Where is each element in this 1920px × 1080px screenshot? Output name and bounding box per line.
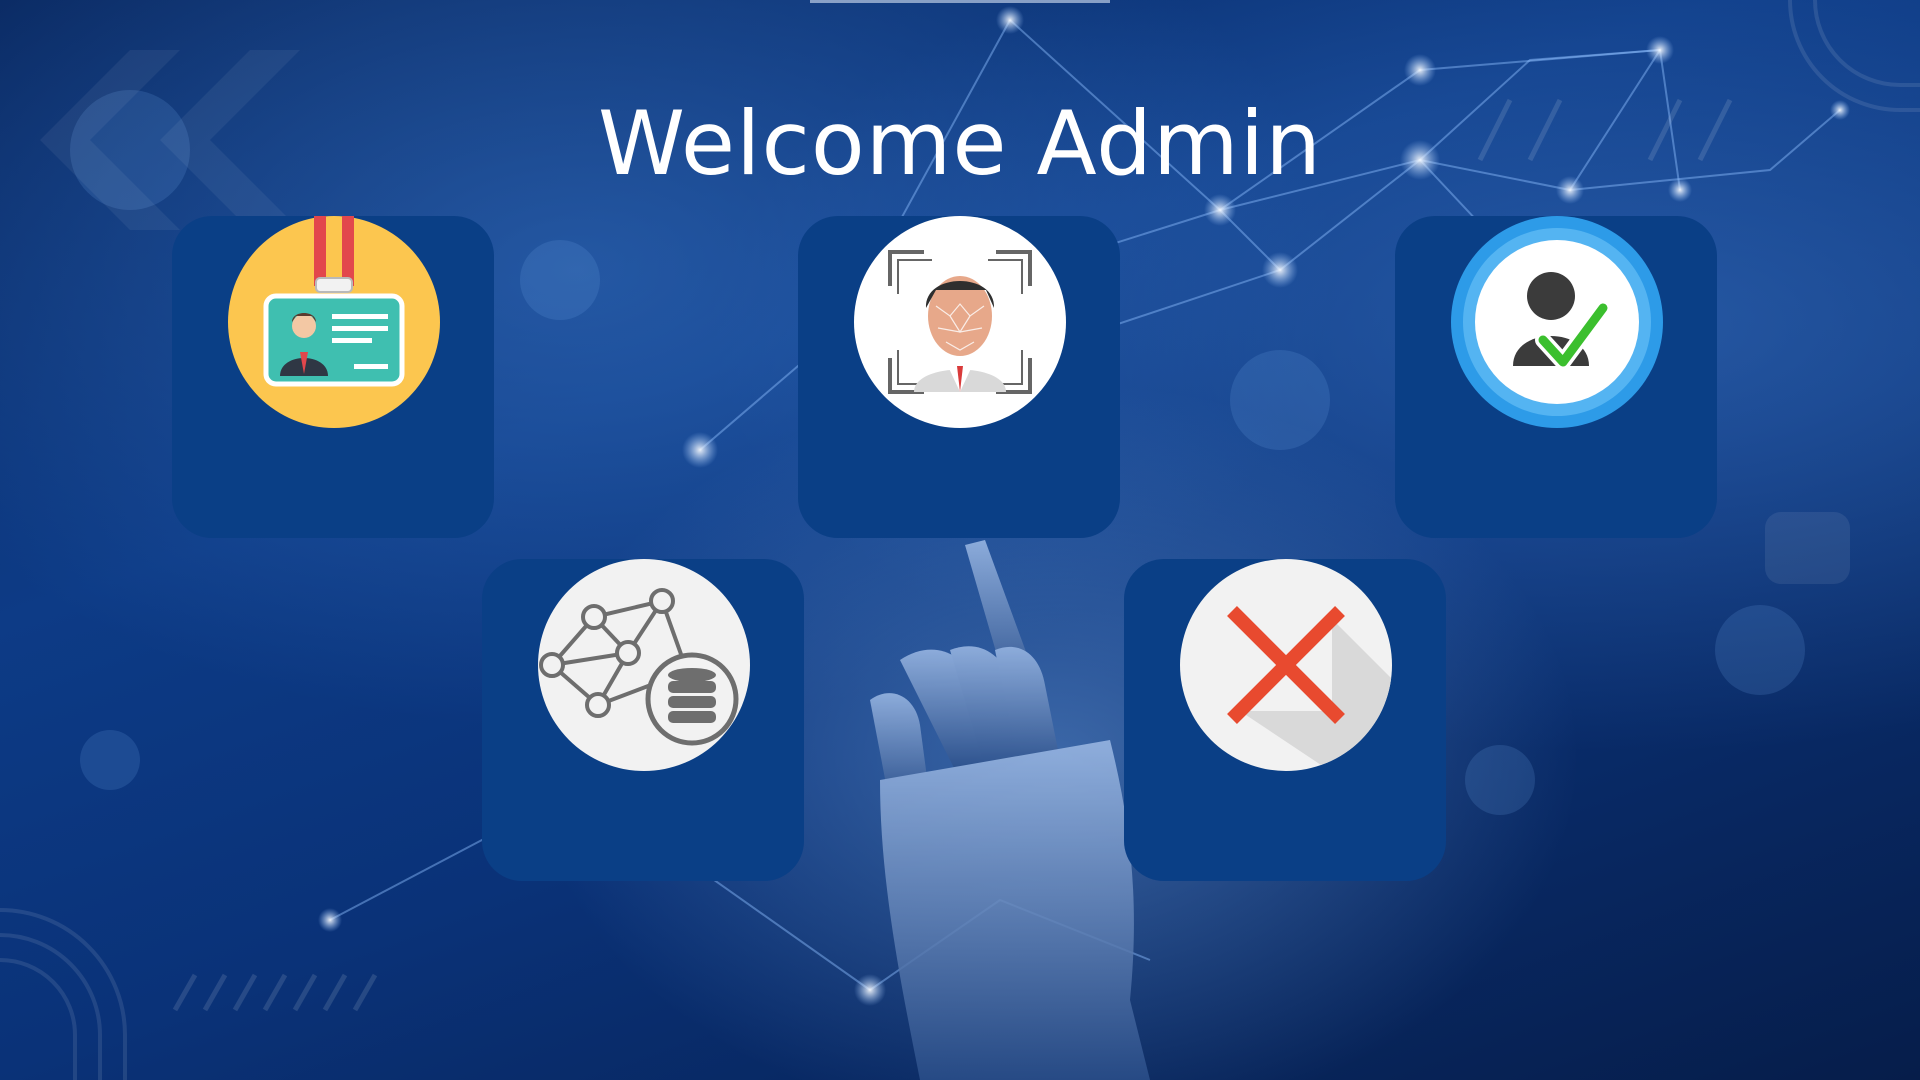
id-badge-icon bbox=[228, 216, 440, 428]
page-title: Welcome Admin bbox=[598, 92, 1322, 195]
user-verified-tile[interactable] bbox=[1395, 216, 1717, 538]
close-x-icon bbox=[1180, 559, 1392, 771]
user-verified-icon bbox=[1451, 216, 1663, 428]
close-tile[interactable] bbox=[1124, 559, 1446, 881]
network-database-tile[interactable] bbox=[482, 559, 804, 881]
id-card-tile[interactable] bbox=[172, 216, 494, 538]
network-database-icon bbox=[538, 559, 750, 771]
face-recognition-tile[interactable] bbox=[798, 216, 1120, 538]
face-recognition-icon bbox=[854, 216, 1066, 428]
